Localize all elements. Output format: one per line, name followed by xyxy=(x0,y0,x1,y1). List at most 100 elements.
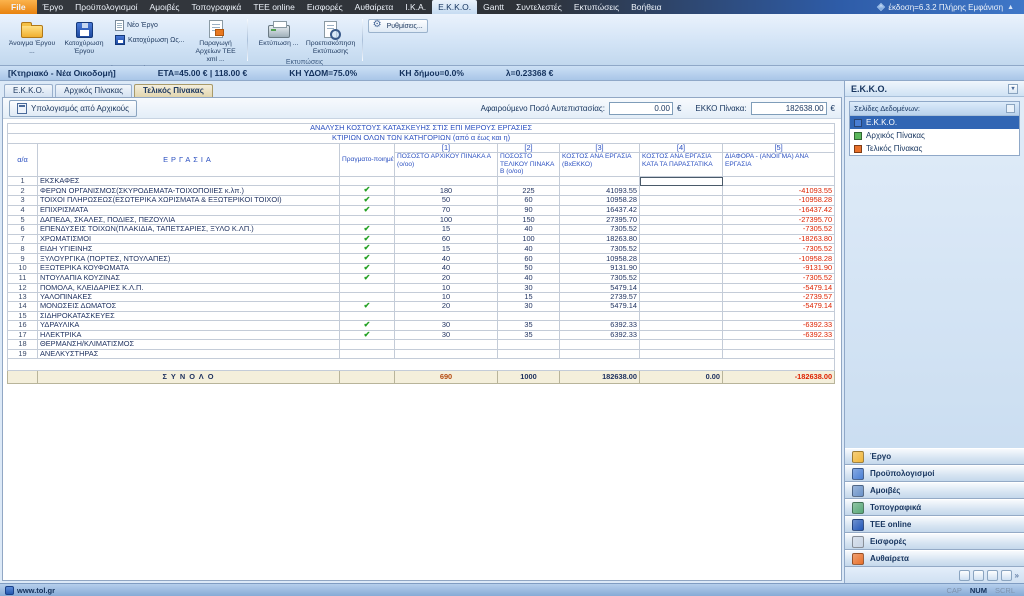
diff-cell[interactable]: -27395.70 xyxy=(723,215,835,224)
final-pct-cell[interactable]: 100 xyxy=(498,234,560,244)
row-number-cell[interactable]: 6 xyxy=(8,224,38,234)
initial-pct-cell[interactable]: 15 xyxy=(395,244,498,254)
row-number-cell[interactable]: 14 xyxy=(8,301,38,311)
cost-cell[interactable]: 5479.14 xyxy=(560,283,640,292)
done-check-cell[interactable] xyxy=(340,330,395,340)
table-row[interactable]: 14ΜΟΝΩΣΕΙΣ ΔΩΜΑΤΟΣ20305479.14-5479.14 xyxy=(8,301,835,311)
menu-item-file[interactable]: File xyxy=(0,0,37,14)
cost-cell[interactable]: 2739.57 xyxy=(560,292,640,301)
work-name-cell[interactable]: ΥΑΛΟΠΙΝΑΚΕΣ xyxy=(38,292,340,301)
nav-button-tee-online[interactable]: ΤΕΕ online xyxy=(845,516,1024,533)
work-name-cell[interactable]: ΕΠΙΧΡΙΣΜΑΤΑ xyxy=(38,205,340,215)
table-row[interactable]: 10ΕΞΩΤΕΡΙΚΑ ΚΟΥΦΩΜΑΤΑ40509131.90-9131.90 xyxy=(8,264,835,274)
work-name-cell[interactable]: ΧΡΩΜΑΤΙΣΜΟΙ xyxy=(38,234,340,244)
initial-pct-cell[interactable]: 50 xyxy=(395,196,498,206)
row-number-cell[interactable]: 10 xyxy=(8,264,38,274)
invoice-cost-cell[interactable] xyxy=(640,254,723,264)
initial-pct-cell[interactable]: 180 xyxy=(395,186,498,196)
data-page-item[interactable]: Τελικός Πίνακας xyxy=(850,142,1019,155)
work-name-cell[interactable]: ΤΟΙΧΟΙ ΠΛΗΡΩΣΕΩΣ(ΕΣΩΤΕΡΙΚΑ ΧΩΡΙΣΜΑΤΑ & Ε… xyxy=(38,196,340,206)
done-check-cell[interactable] xyxy=(340,186,395,196)
done-check-cell[interactable] xyxy=(340,292,395,301)
done-check-cell[interactable] xyxy=(340,224,395,234)
final-pct-cell[interactable]: 30 xyxy=(498,301,560,311)
menu-item-authaireta[interactable]: Αυθαίρετα xyxy=(349,0,400,14)
initial-pct-cell[interactable]: 20 xyxy=(395,273,498,283)
calculate-from-initial-button[interactable]: Υπολογισμός από Αρχικούς xyxy=(9,100,137,117)
invoice-cost-cell[interactable] xyxy=(640,205,723,215)
cost-cell[interactable]: 16437.42 xyxy=(560,205,640,215)
table-row[interactable]: 16ΥΔΡΑΥΛΙΚΑ30356392.33-6392.33 xyxy=(8,320,835,330)
cost-cell[interactable] xyxy=(560,349,640,358)
diff-cell[interactable] xyxy=(723,340,835,349)
done-check-cell[interactable] xyxy=(340,215,395,224)
print-preview-button[interactable]: Προεπισκόπηση Εκτύπωσης xyxy=(305,16,357,58)
diff-cell[interactable]: -41093.55 xyxy=(723,186,835,196)
table-row[interactable]: 6ΕΠΕΝΔΥΣΕΙΣ ΤΟΙΧΩΝ(ΠΛΑΚΙΔΙΑ, ΤΑΠΕΤΣΑΡΙΕΣ… xyxy=(8,224,835,234)
invoice-cost-cell[interactable] xyxy=(640,177,723,186)
nav-button-authaireta[interactable]: Αυθαίρετα xyxy=(845,550,1024,567)
done-check-cell[interactable] xyxy=(340,196,395,206)
final-pct-cell[interactable]: 35 xyxy=(498,320,560,330)
invoice-cost-cell[interactable] xyxy=(640,224,723,234)
table-row[interactable]: 3ΤΟΙΧΟΙ ΠΛΗΡΩΣΕΩΣ(ΕΣΩΤΕΡΙΚΑ ΧΩΡΙΣΜΑΤΑ & … xyxy=(8,196,835,206)
diff-cell[interactable] xyxy=(723,349,835,358)
nav-button-proypologismoi[interactable]: Προϋπολογισμοί xyxy=(845,465,1024,482)
table-row[interactable]: 17ΗΛΕΚΤΡΙΚΑ30356392.33-6392.33 xyxy=(8,330,835,340)
initial-pct-cell[interactable]: 40 xyxy=(395,254,498,264)
row-number-cell[interactable]: 15 xyxy=(8,311,38,320)
invoice-cost-cell[interactable] xyxy=(640,301,723,311)
done-check-cell[interactable] xyxy=(340,340,395,349)
diff-cell[interactable]: -6392.33 xyxy=(723,330,835,340)
done-check-cell[interactable] xyxy=(340,311,395,320)
diff-cell[interactable]: -7305.52 xyxy=(723,273,835,283)
row-number-cell[interactable]: 13 xyxy=(8,292,38,301)
final-pct-cell[interactable]: 225 xyxy=(498,186,560,196)
row-number-cell[interactable]: 17 xyxy=(8,330,38,340)
diff-cell[interactable]: -5479.14 xyxy=(723,301,835,311)
row-number-cell[interactable]: 18 xyxy=(8,340,38,349)
initial-pct-cell[interactable] xyxy=(395,349,498,358)
work-name-cell[interactable]: ΕΞΩΤΕΡΙΚΑ ΚΟΥΦΩΜΑΤΑ xyxy=(38,264,340,274)
row-number-cell[interactable]: 3 xyxy=(8,196,38,206)
diff-cell[interactable]: -18263.80 xyxy=(723,234,835,244)
final-pct-cell[interactable]: 15 xyxy=(498,292,560,301)
invoice-cost-cell[interactable] xyxy=(640,320,723,330)
panel-collapse-icon[interactable]: ▾ xyxy=(1008,84,1018,94)
final-pct-cell[interactable]: 150 xyxy=(498,215,560,224)
initial-pct-cell[interactable]: 100 xyxy=(395,215,498,224)
final-pct-cell[interactable]: 50 xyxy=(498,264,560,274)
done-check-cell[interactable] xyxy=(340,283,395,292)
produce-tee-xml-button[interactable]: Παραγωγή Αρχείων ΤΕΕ xml ... xyxy=(190,16,242,65)
ekko-table-input[interactable] xyxy=(751,102,827,115)
cost-cell[interactable]: 10958.28 xyxy=(560,196,640,206)
initial-pct-cell[interactable]: 15 xyxy=(395,224,498,234)
table-row[interactable]: 11ΝΤΟΥΛΑΠΙΑ ΚΟΥΖΙΝΑΣ20407305.52-7305.52 xyxy=(8,273,835,283)
cost-cell[interactable]: 27395.70 xyxy=(560,215,640,224)
menu-item-ergo[interactable]: Έργο xyxy=(37,0,69,14)
work-name-cell[interactable]: ΞΥΛΟΥΡΓΙΚΑ (ΠΟΡΤΕΣ, ΝΤΟΥΛΑΠΕΣ) xyxy=(38,254,340,264)
diff-cell[interactable]: -16437.42 xyxy=(723,205,835,215)
nav-button-amoives[interactable]: Αμοιβές xyxy=(845,482,1024,499)
final-pct-cell[interactable]: 40 xyxy=(498,273,560,283)
work-name-cell[interactable]: ΦΕΡΩΝ ΟΡΓΑΝΙΣΜΟΣ(ΣΚΥΡΟΔΕΜΑΤΑ-ΤΟΙΧΟΠΟΙΙΕΣ… xyxy=(38,186,340,196)
table-row[interactable]: 19ΑΝΕΛΚΥΣΤΗΡΑΣ xyxy=(8,349,835,358)
diff-cell[interactable]: -10958.28 xyxy=(723,254,835,264)
work-name-cell[interactable]: ΣΙΔΗΡΟΚΑΤΑΣΚΕΥΕΣ xyxy=(38,311,340,320)
final-pct-cell[interactable]: 90 xyxy=(498,205,560,215)
done-check-cell[interactable] xyxy=(340,301,395,311)
nav-button-topografika[interactable]: Τοπογραφικά xyxy=(845,499,1024,516)
cost-cell[interactable]: 18263.80 xyxy=(560,234,640,244)
work-name-cell[interactable]: ΥΔΡΑΥΛΙΚΑ xyxy=(38,320,340,330)
diff-cell[interactable] xyxy=(723,311,835,320)
initial-pct-cell[interactable]: 40 xyxy=(395,264,498,274)
table-row[interactable]: 2ΦΕΡΩΝ ΟΡΓΑΝΙΣΜΟΣ(ΣΚΥΡΟΔΕΜΑΤΑ-ΤΟΙΧΟΠΟΙΙΕ… xyxy=(8,186,835,196)
invoice-cost-cell[interactable] xyxy=(640,311,723,320)
invoice-cost-cell[interactable] xyxy=(640,349,723,358)
menu-item-amoives[interactable]: Αμοιβές xyxy=(144,0,186,14)
open-project-button[interactable]: Άνοιγμα Έργου ... xyxy=(6,16,58,65)
invoice-cost-cell[interactable] xyxy=(640,292,723,301)
cost-cell[interactable]: 7305.52 xyxy=(560,224,640,234)
website-link[interactable]: www.tol.gr xyxy=(17,586,55,595)
invoice-cost-cell[interactable] xyxy=(640,264,723,274)
